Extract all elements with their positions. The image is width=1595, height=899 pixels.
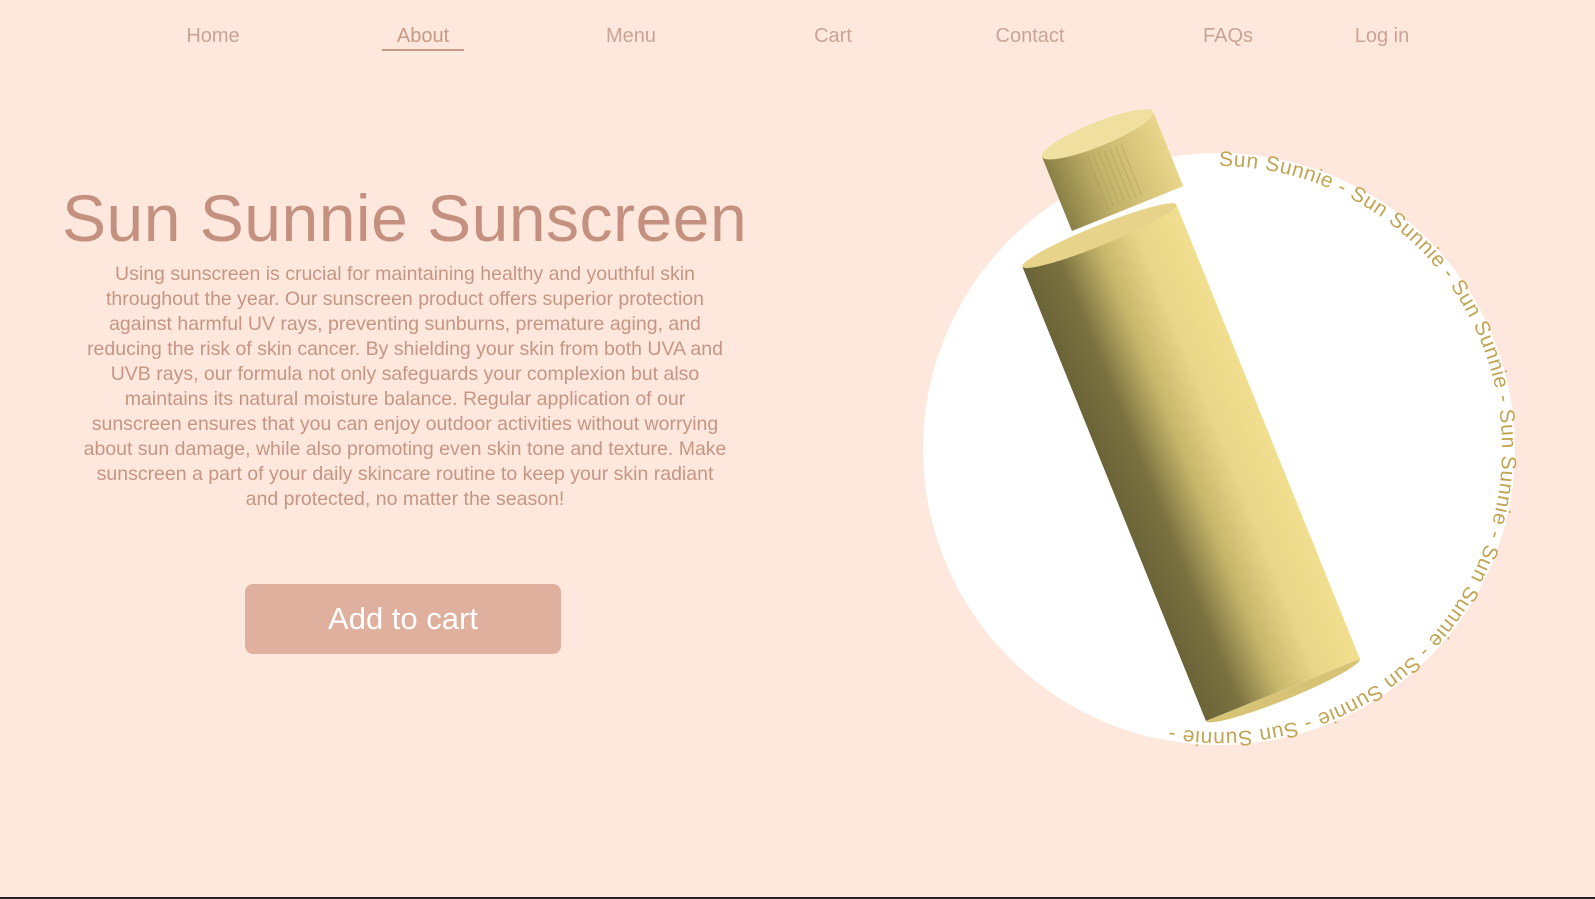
nav-login[interactable]: Log in <box>1355 25 1410 48</box>
nav-menu[interactable]: Menu <box>606 25 656 48</box>
product-description: Using sunscreen is crucial for maintaini… <box>83 263 727 510</box>
nav-about[interactable]: About <box>397 25 449 48</box>
nav-contact[interactable]: Contact <box>996 25 1065 48</box>
main-nav: Home About Menu Cart Contact FAQs Log in <box>0 0 1595 70</box>
nav-home[interactable]: Home <box>186 25 239 48</box>
product-visual: Sun Sunnie - Sun Sunnie - Sun Sunnie - S… <box>923 109 1519 750</box>
nav-active-indicator <box>382 49 464 51</box>
add-to-cart-button[interactable]: Add to cart <box>245 584 561 654</box>
page-title: Sun Sunnie Sunscreen <box>62 181 748 255</box>
nav-faqs[interactable]: FAQs <box>1203 25 1253 48</box>
nav-cart[interactable]: Cart <box>814 25 852 48</box>
